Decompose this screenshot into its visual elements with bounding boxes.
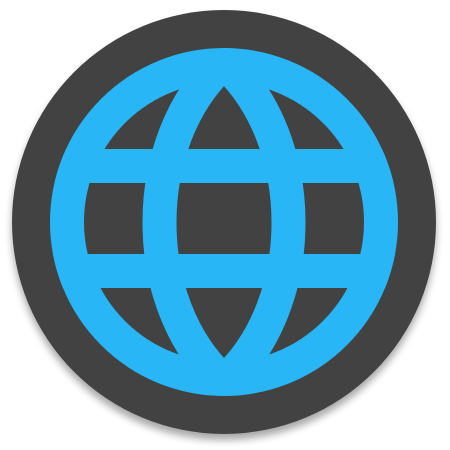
app-icon[interactable] [0,0,450,450]
globe-icon [12,10,436,434]
